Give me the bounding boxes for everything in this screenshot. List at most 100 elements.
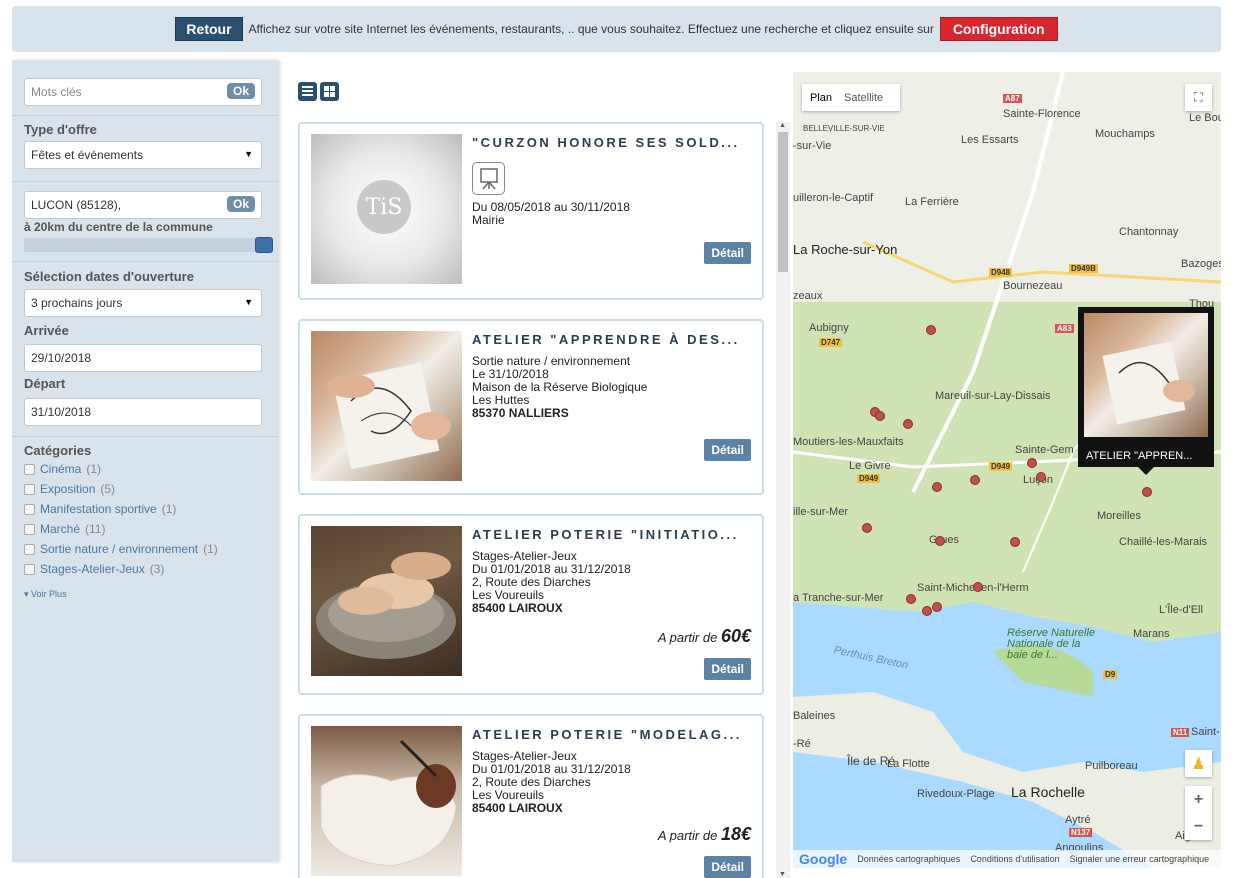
category-item[interactable]: Cinéma (1) bbox=[24, 459, 218, 479]
map-place: Baleines bbox=[793, 710, 836, 722]
checkbox[interactable] bbox=[24, 483, 35, 495]
map-marker[interactable] bbox=[973, 582, 983, 592]
result-card: ATELIER POTERIE "INITIATIO... Stages-Ate… bbox=[298, 514, 764, 695]
keywords-ok-button[interactable]: Ok bbox=[226, 83, 255, 99]
road-label: A87 bbox=[1003, 94, 1022, 103]
category-item[interactable]: Manifestation sportive (1) bbox=[24, 499, 218, 519]
map-marker[interactable] bbox=[862, 523, 872, 533]
map-marker[interactable] bbox=[1036, 472, 1046, 482]
road-label: D948 bbox=[989, 268, 1013, 277]
divider bbox=[12, 261, 278, 262]
offer-type-select[interactable]: Fêtes et événements ▼ bbox=[24, 141, 262, 169]
grid-view-icon[interactable] bbox=[320, 82, 339, 101]
map-marker[interactable] bbox=[926, 325, 936, 335]
categories-label: Catégories bbox=[24, 443, 92, 458]
map-terms-link[interactable]: Conditions d'utilisation bbox=[970, 854, 1059, 864]
card-title[interactable]: ATELIER POTERIE "MODELAG... bbox=[472, 727, 742, 742]
fullscreen-icon[interactable]: ⛶ bbox=[1185, 84, 1212, 111]
radius-slider-handle[interactable] bbox=[255, 237, 273, 253]
see-more-link[interactable]: ▾ Voir Plus bbox=[24, 589, 67, 600]
road-label: D9 bbox=[1103, 670, 1118, 679]
checkbox[interactable] bbox=[24, 463, 35, 475]
map-marker[interactable] bbox=[932, 602, 942, 612]
scroll-thumb[interactable] bbox=[778, 132, 788, 272]
map-marker[interactable] bbox=[1142, 487, 1152, 497]
map[interactable]: Sainte-Florence Le Bou BELLEVILLE-SUR-VI… bbox=[793, 72, 1221, 868]
map-marker[interactable] bbox=[932, 482, 942, 492]
map-marker[interactable] bbox=[903, 419, 913, 429]
top-message: Affichez sur votre site Internet les évé… bbox=[248, 22, 934, 36]
checkbox[interactable] bbox=[24, 503, 35, 515]
checkbox[interactable] bbox=[24, 563, 35, 575]
divider bbox=[12, 115, 278, 116]
detail-button[interactable]: Détail bbox=[704, 856, 751, 878]
map-marker[interactable] bbox=[906, 594, 916, 604]
card-postal: 85400 bbox=[472, 601, 506, 615]
back-button[interactable]: Retour bbox=[175, 17, 243, 41]
category-item[interactable]: Marché (11) bbox=[24, 519, 218, 539]
list-scrollbar[interactable]: ▲ ▼ bbox=[776, 122, 790, 878]
map-place: Réserve Naturelle Nationale de la baie d… bbox=[1007, 627, 1096, 661]
radius-slider[interactable] bbox=[24, 237, 273, 253]
map-marker[interactable] bbox=[922, 606, 932, 616]
checkbox[interactable] bbox=[24, 543, 35, 555]
category-count: (1) bbox=[161, 502, 177, 516]
map-place: Saint- bbox=[1191, 726, 1220, 738]
map-marker[interactable] bbox=[1010, 537, 1020, 547]
map-marker[interactable] bbox=[970, 475, 980, 485]
checkbox[interactable] bbox=[24, 523, 35, 535]
map-place: Mareuil-sur-Lay-Dissais bbox=[935, 390, 1051, 402]
location-input[interactable]: LUCON (85128), Ok bbox=[24, 191, 262, 219]
category-count: (3) bbox=[149, 562, 165, 576]
price-value: 18€ bbox=[720, 824, 751, 844]
result-card: TiS "CURZON HONORE SES SOLD... Du 08/05/… bbox=[298, 122, 764, 300]
keywords-placeholder: Mots clés bbox=[31, 85, 82, 99]
arrival-input[interactable]: 29/10/2018 bbox=[24, 344, 262, 372]
card-title[interactable]: ATELIER "APPRENDRE À DES... bbox=[472, 332, 740, 347]
popup-pointer bbox=[1138, 467, 1154, 475]
map-popup[interactable]: ATELIER "APPREN... bbox=[1078, 307, 1214, 475]
map-marker[interactable] bbox=[935, 536, 945, 546]
detail-button[interactable]: Détail bbox=[704, 242, 751, 264]
road-label: A83 bbox=[1055, 324, 1074, 333]
category-name: Cinéma bbox=[40, 462, 82, 476]
map-type-plan[interactable]: Plan bbox=[802, 92, 840, 104]
list-view-icon[interactable] bbox=[298, 82, 317, 101]
map-type-satellite[interactable]: Satellite bbox=[840, 92, 887, 104]
map-place: Chantonnay bbox=[1119, 226, 1179, 238]
category-name: Exposition bbox=[40, 482, 96, 496]
category-item[interactable]: Sortie nature / environnement (1) bbox=[24, 539, 218, 559]
detail-button[interactable]: Détail bbox=[704, 658, 751, 680]
configuration-button[interactable]: Configuration bbox=[939, 17, 1058, 41]
dropdown-arrow-icon: ▼ bbox=[244, 149, 253, 159]
zoom-in-icon[interactable]: + bbox=[1194, 791, 1203, 809]
keywords-input[interactable]: Mots clés Ok bbox=[24, 78, 262, 106]
departure-label: Départ bbox=[24, 376, 66, 391]
map-marker[interactable] bbox=[875, 411, 885, 421]
category-item[interactable]: Exposition (5) bbox=[24, 479, 218, 499]
category-count: (1) bbox=[86, 462, 102, 476]
map-report-link[interactable]: Signaler une erreur cartographique bbox=[1070, 854, 1210, 864]
dropdown-arrow-icon: ▼ bbox=[244, 297, 253, 307]
card-photo bbox=[311, 726, 462, 876]
zoom-out-icon[interactable]: − bbox=[1194, 818, 1203, 836]
map-place: BELLEVILLE-SUR-VIE bbox=[803, 124, 885, 133]
road-label: D949 bbox=[989, 462, 1013, 471]
tis-logo: TiS bbox=[357, 180, 411, 234]
dates-select[interactable]: 3 prochains jours ▼ bbox=[24, 289, 262, 317]
map-marker[interactable] bbox=[1027, 458, 1037, 468]
result-card: ATELIER POTERIE "MODELAG... Stages-Ateli… bbox=[298, 714, 764, 878]
map-place: a Tranche-sur-Mer bbox=[793, 592, 884, 604]
card-info: Stages-Atelier-Jeux Du 01/01/2018 au 31/… bbox=[472, 750, 631, 815]
card-title[interactable]: ATELIER POTERIE "INITIATIO... bbox=[472, 527, 739, 542]
location-ok-button[interactable]: Ok bbox=[226, 196, 255, 212]
departure-input[interactable]: 31/10/2018 bbox=[24, 398, 262, 426]
card-info: Stages-Atelier-Jeux Du 01/01/2018 au 31/… bbox=[472, 550, 631, 615]
map-place: Rivedoux-Plage bbox=[917, 788, 995, 800]
category-item[interactable]: Stages-Atelier-Jeux (3) bbox=[24, 559, 218, 579]
scroll-up-icon[interactable]: ▲ bbox=[779, 122, 786, 129]
scroll-down-icon[interactable]: ▼ bbox=[779, 871, 786, 878]
street-view-icon[interactable]: ♟ bbox=[1185, 750, 1212, 777]
detail-button[interactable]: Détail bbox=[704, 439, 751, 461]
card-title[interactable]: "CURZON HONORE SES SOLD... bbox=[472, 135, 740, 150]
